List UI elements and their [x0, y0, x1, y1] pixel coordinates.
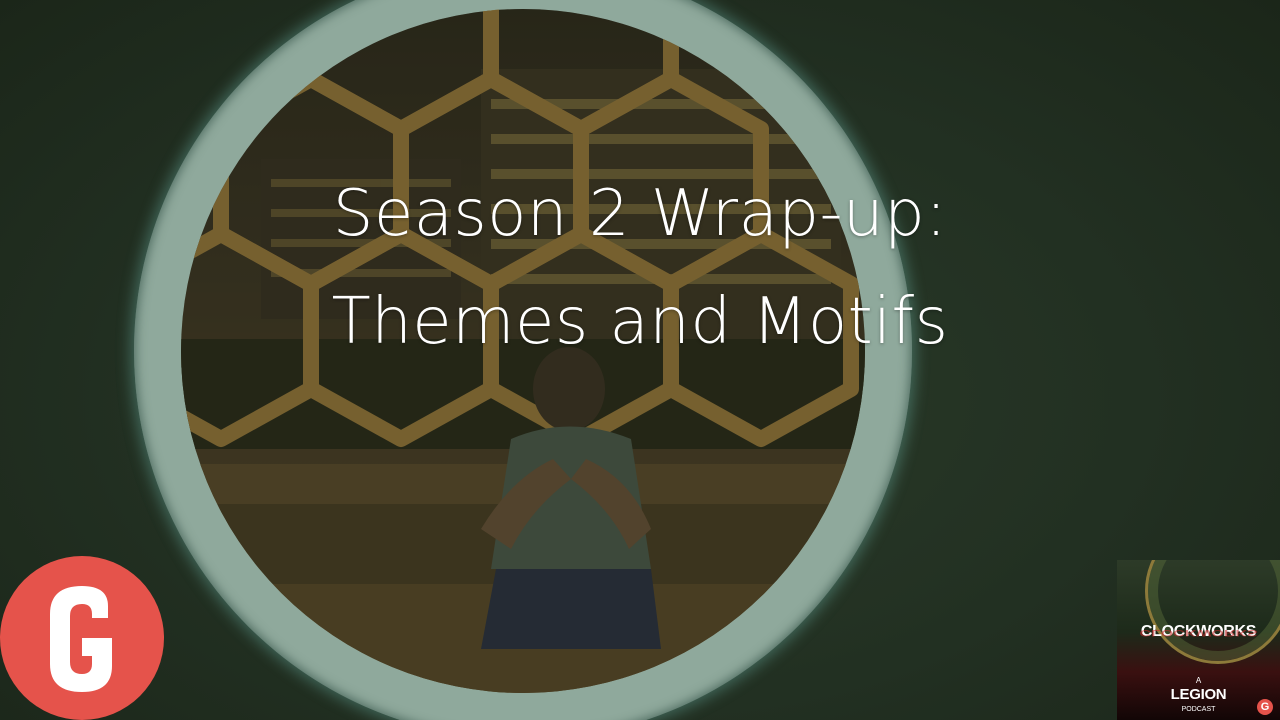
slide: Season 2 Wrap-up: Themes and Motifs CLOC…: [0, 0, 1280, 720]
clock-face-icon: [1145, 560, 1280, 664]
podcast-label: PODCAST: [1181, 706, 1216, 713]
podcast-brand-reflection: CLOCKWORKS: [1139, 627, 1258, 638]
title-line-2: Themes and Motifs: [331, 285, 949, 359]
clockworks-podcast-art: CLOCKWORKS CLOCKWORKS A LEGION PODCAST G: [1117, 560, 1280, 720]
podcast-a-label: A: [1195, 676, 1202, 685]
title-line-1: Season 2 Wrap-up:: [332, 177, 948, 251]
mini-g-badge: G: [1257, 699, 1273, 715]
slide-title: Season 2 Wrap-up: Themes and Motifs: [240, 160, 1040, 376]
g-logo: [0, 556, 164, 720]
podcast-legion-label: LEGION: [1170, 686, 1227, 703]
g-letter-icon: [50, 586, 112, 692]
